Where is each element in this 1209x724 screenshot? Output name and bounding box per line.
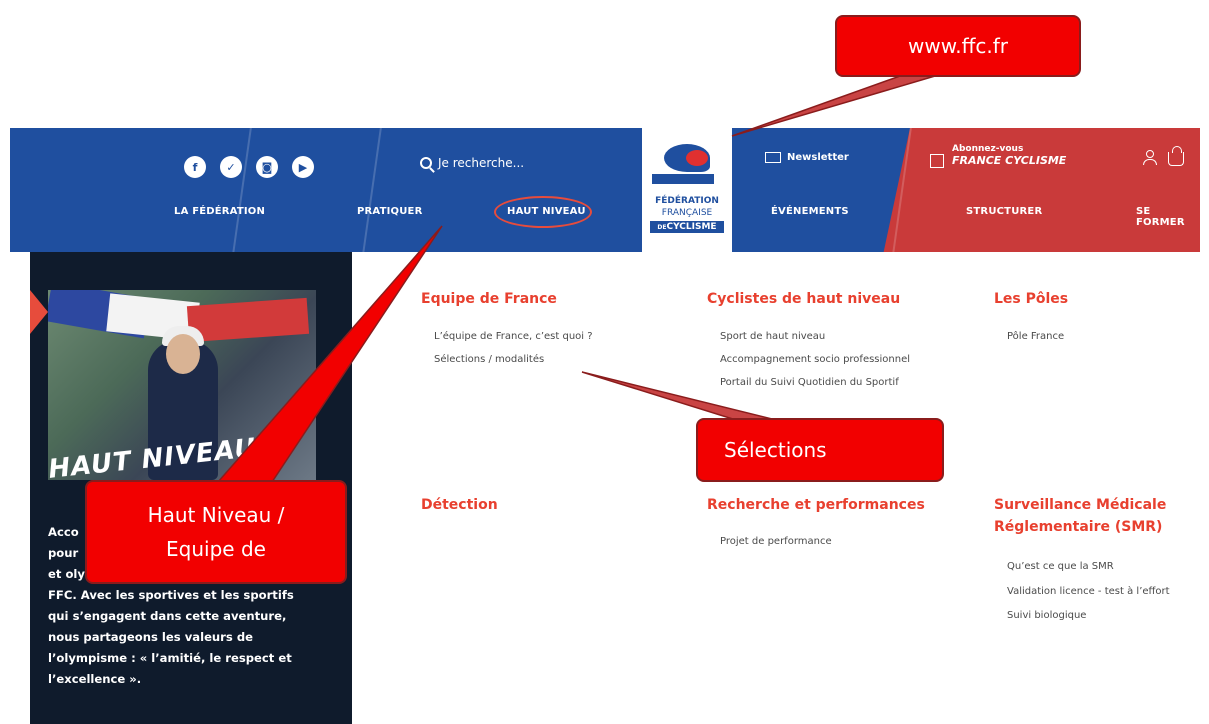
subscribe-link[interactable]: Abonnez-vous FRANCE CYCLISME <box>930 144 1066 168</box>
newsletter-label: Newsletter <box>787 152 849 163</box>
facebook-icon[interactable]: f <box>184 156 206 178</box>
nav-se-former[interactable]: SE FORMER <box>1136 206 1200 228</box>
page: f ✓ ◙ ▶ Je recherche... LA FÉDÉRATION PR… <box>0 0 1209 724</box>
magazine-icon <box>930 154 944 168</box>
callout-haut-niveau: Haut Niveau / Equipe de <box>85 480 347 584</box>
user-icon[interactable] <box>1143 150 1157 168</box>
nav-evenements[interactable]: ÉVÉNEMENTS <box>771 206 849 217</box>
callout-selections: Sélections <box>696 418 944 482</box>
menu-title-smr[interactable]: Surveillance Médicale Réglementaire (SMR… <box>994 494 1194 538</box>
nav-structurer[interactable]: STRUCTURER <box>966 206 1042 217</box>
menu-link[interactable]: Portail du Suivi Quotidien du Sportif <box>720 377 899 388</box>
menu-title-cyclistes[interactable]: Cyclistes de haut niveau <box>707 291 900 307</box>
cart-icon[interactable] <box>1168 146 1184 166</box>
ffc-logo[interactable]: FÉDÉRATION FRANÇAISE DECYCLISME <box>642 128 732 252</box>
menu-title-les-poles[interactable]: Les Pôles <box>994 291 1068 307</box>
subscribe-line1: Abonnez-vous <box>952 144 1024 154</box>
menu-title-equipe-de-france[interactable]: Equipe de France <box>421 291 557 307</box>
search-placeholder: Je recherche... <box>438 156 525 170</box>
logo-line1: FÉDÉRATION <box>655 196 719 206</box>
envelope-icon <box>765 152 781 163</box>
search-icon <box>420 157 432 169</box>
menu-title-recherche[interactable]: Recherche et performances <box>707 497 925 513</box>
header-decor-line <box>228 128 254 252</box>
header-decor-line <box>358 128 384 252</box>
logo-line2: FRANÇAISE <box>661 208 713 218</box>
site-header: f ✓ ◙ ▶ Je recherche... LA FÉDÉRATION PR… <box>10 128 1200 252</box>
youtube-icon[interactable]: ▶ <box>292 156 314 178</box>
sidebar-arrow-icon <box>30 290 48 334</box>
menu-link[interactable]: Projet de performance <box>720 536 832 547</box>
logo-bar <box>652 174 714 184</box>
subscribe-line2: FRANCE CYCLISME <box>952 154 1067 167</box>
menu-title-detection[interactable]: Détection <box>421 497 498 513</box>
nav-haut-niveau[interactable]: HAUT NIVEAU <box>507 206 586 217</box>
menu-link[interactable]: Qu’est ce que la SMR <box>1007 561 1114 572</box>
search-field[interactable]: Je recherche... <box>420 156 524 170</box>
nav-pratiquer[interactable]: PRATIQUER <box>357 206 423 217</box>
menu-link[interactable]: Pôle France <box>1007 331 1064 342</box>
instagram-icon[interactable]: ◙ <box>256 156 278 178</box>
logo-line3: DECYCLISME <box>650 221 724 233</box>
menu-link[interactable]: Validation licence - test à l’effort <box>1007 586 1170 597</box>
nav-la-federation[interactable]: LA FÉDÉRATION <box>174 206 265 217</box>
twitter-icon[interactable]: ✓ <box>220 156 242 178</box>
menu-link[interactable]: Sport de haut niveau <box>720 331 825 342</box>
newsletter-link[interactable]: Newsletter <box>765 152 849 163</box>
logo-red-mark <box>686 150 708 166</box>
menu-link[interactable]: Accompagnement socio professionnel <box>720 354 910 365</box>
menu-link[interactable]: Suivi biologique <box>1007 610 1086 621</box>
menu-link[interactable]: L’équipe de France, c’est quoi ? <box>434 331 593 342</box>
menu-link-selections[interactable]: Sélections / modalités <box>434 354 544 365</box>
callout-url: www.ffc.fr <box>835 15 1081 77</box>
